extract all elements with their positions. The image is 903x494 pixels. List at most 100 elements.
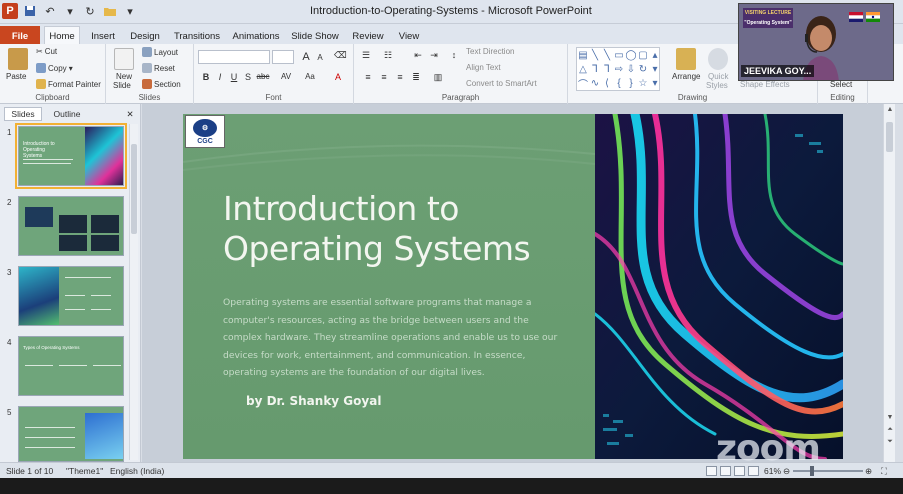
slide-thumbnail-2[interactable] (18, 196, 124, 256)
columns-icon[interactable]: ▥ (432, 72, 444, 83)
reset-button[interactable]: Reset (142, 63, 175, 73)
open-folder-icon[interactable] (102, 3, 118, 19)
layout-button[interactable]: Layout (142, 47, 178, 57)
shape-oval-icon[interactable]: ◯ (625, 48, 637, 62)
font-size-combo[interactable] (272, 50, 294, 64)
scroll-up-icon[interactable]: ▲ (884, 106, 896, 113)
decrease-indent-icon[interactable]: ⇤ (412, 50, 424, 61)
shape-textbox-icon[interactable]: ▤ (577, 48, 589, 62)
shape-line-icon[interactable]: ╲ (601, 48, 613, 62)
font-color-button[interactable]: A (332, 72, 344, 82)
undo-icon[interactable]: ↶ (42, 3, 58, 19)
save-icon[interactable] (22, 3, 38, 19)
new-slide-label-1[interactable]: New (116, 72, 132, 81)
tab-animations[interactable]: Animations (230, 26, 282, 46)
new-slide-icon[interactable] (114, 48, 134, 70)
strikethrough-button[interactable]: abc (254, 72, 272, 81)
tab-file[interactable]: File (0, 26, 40, 46)
arrange-icon[interactable] (676, 48, 696, 70)
fit-slide-icon[interactable]: ⛶ (881, 466, 887, 477)
shape-elbow-icon[interactable]: ⅂ (589, 62, 601, 76)
slide-thumbnail-1[interactable]: Introduction to Operating Systems (15, 123, 127, 189)
underline-button[interactable]: U (228, 72, 240, 82)
shape-more-icon[interactable]: ▴ (649, 48, 661, 62)
quick-styles-label-2[interactable]: Styles (706, 81, 728, 90)
copy-button[interactable]: Copy ▾ (36, 63, 73, 73)
shape-more-icon[interactable]: ▾ (649, 62, 661, 76)
zoom-in-icon[interactable]: ⊕ (865, 466, 872, 477)
format-painter-button[interactable]: Format Painter (36, 79, 101, 89)
slide-author[interactable]: by Dr. Shanky Goyal (246, 394, 381, 408)
tab-slides-pane[interactable]: Slides (4, 107, 42, 121)
align-left-icon[interactable]: ≡ (362, 72, 374, 82)
paste-button[interactable]: Paste (6, 72, 26, 81)
previous-slide-icon[interactable]: ⏶ (884, 426, 896, 434)
scrollbar-thumb[interactable] (131, 144, 137, 234)
quick-styles-label-1[interactable]: Quick (708, 72, 728, 81)
tab-home[interactable]: Home (44, 26, 80, 46)
close-pane-icon[interactable]: ✕ (124, 107, 136, 121)
shape-wave-icon[interactable]: ∿ (589, 76, 601, 90)
tab-design[interactable]: Design (126, 26, 164, 46)
grow-font-button[interactable]: A (300, 51, 312, 63)
tab-review[interactable]: Review (348, 26, 388, 46)
clear-formatting-icon[interactable]: ⌫ (334, 50, 347, 61)
align-text-button[interactable]: Align Text (466, 63, 501, 72)
shape-arrow-right-icon[interactable]: ⇨ (613, 62, 625, 76)
increase-indent-icon[interactable]: ⇥ (428, 50, 440, 61)
editor-scrollbar[interactable]: ▲ ▼ ⏶ ⏷ (883, 104, 895, 462)
shape-star-icon[interactable]: ☆ (637, 76, 649, 90)
arrange-button[interactable]: Arrange (672, 72, 700, 81)
paste-icon[interactable] (8, 48, 28, 70)
next-slide-icon[interactable]: ⏷ (884, 438, 896, 446)
zoom-participant-video[interactable]: VISITING LECTURE "Operating System" JEEV… (738, 3, 894, 81)
shrink-font-button[interactable]: A (314, 53, 326, 62)
shadow-button[interactable]: S (242, 72, 254, 82)
shape-bracket-icon[interactable]: ⟨ (601, 76, 613, 90)
section-button[interactable]: Section (142, 79, 181, 89)
tab-insert[interactable]: Insert (86, 26, 120, 46)
powerpoint-app-icon[interactable]: P (2, 3, 18, 19)
shape-elbow-icon[interactable]: ⅂ (601, 62, 613, 76)
redo-icon[interactable]: ↻ (82, 3, 98, 19)
customize-toolbar-icon[interactable]: ▾ (122, 3, 138, 19)
shape-rounded-rect-icon[interactable]: ▢ (637, 48, 649, 62)
slide-body-text[interactable]: Operating systems are essential software… (223, 294, 568, 382)
slide-thumbnail-4[interactable]: Types of Operating Systems (18, 336, 124, 396)
slide-canvas[interactable]: ⚙ CGC Introduction to Operating Systems … (183, 114, 843, 459)
shape-arrow-down-icon[interactable]: ⇩ (625, 62, 637, 76)
shape-more-icon[interactable]: ▾ (649, 76, 661, 90)
scroll-down-icon[interactable]: ▼ (884, 414, 896, 421)
new-slide-label-2[interactable]: Slide (113, 81, 131, 90)
shape-line-icon[interactable]: ╲ (589, 48, 601, 62)
character-spacing-button[interactable]: AV (278, 72, 294, 81)
change-case-button[interactable]: Aa (302, 72, 318, 81)
bold-button[interactable]: B (200, 72, 212, 82)
shapes-gallery[interactable]: ▤ ╲ ╲ ▭ ◯ ▢ ▴ △ ⅂ ⅂ ⇨ ⇩ ↻ ▾ ⌒ ∿ ⟨{} ☆ ▾ (576, 47, 660, 91)
select-button[interactable]: Select (830, 80, 852, 89)
shape-effects-button[interactable]: Shape Effects (740, 80, 790, 89)
shape-triangle-icon[interactable]: △ (577, 62, 589, 76)
slide-title[interactable]: Introduction to Operating Systems (223, 189, 583, 269)
bullets-icon[interactable]: ☰ (360, 50, 372, 61)
shape-brace-icon[interactable]: } (625, 76, 637, 90)
shape-brace-icon[interactable]: { (613, 76, 625, 90)
slide-thumbnail-3[interactable] (18, 266, 124, 326)
line-spacing-icon[interactable]: ↕ (448, 50, 460, 60)
scrollbar-thumb[interactable] (886, 122, 893, 152)
slide-thumbnail-5[interactable] (18, 406, 124, 462)
italic-button[interactable]: I (214, 72, 226, 82)
slides-panel-scrollbar[interactable] (129, 124, 138, 460)
shape-arc-icon[interactable]: ⌒ (577, 76, 589, 91)
cut-button[interactable]: ✂ Cut (36, 47, 57, 56)
align-center-icon[interactable]: ≡ (378, 72, 390, 82)
numbering-icon[interactable]: ☷ (382, 50, 394, 61)
tab-transitions[interactable]: Transitions (170, 26, 224, 46)
zoom-slider[interactable] (793, 470, 863, 472)
align-right-icon[interactable]: ≡ (394, 72, 406, 82)
text-direction-button[interactable]: Text Direction (466, 47, 514, 56)
justify-icon[interactable]: ≣ (410, 72, 422, 83)
quick-styles-icon[interactable] (708, 48, 728, 70)
tab-view[interactable]: View (393, 26, 425, 46)
shape-rectangle-icon[interactable]: ▭ (613, 48, 625, 62)
